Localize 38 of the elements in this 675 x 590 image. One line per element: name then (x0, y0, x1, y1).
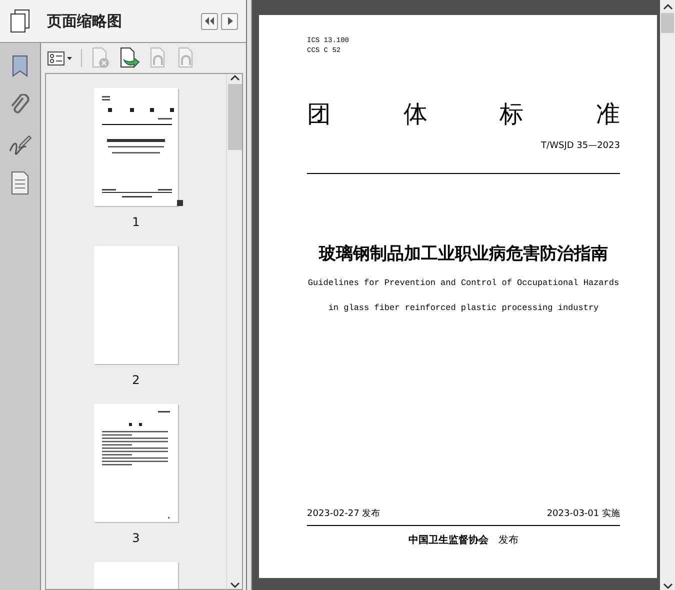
page-thumbnail[interactable]: 3 (93, 403, 179, 545)
current-page-marker (177, 200, 183, 206)
issue-date: 2023-02-27 发布 (307, 508, 380, 520)
heading-character: 标 (500, 100, 524, 128)
toolbar-button[interactable] (47, 50, 73, 66)
page-number: 2 (132, 373, 140, 387)
panel-title: 页面缩略图 (47, 10, 122, 32)
heading-character: 体 (403, 100, 428, 128)
signature-icon (8, 133, 32, 155)
scrollbar-thumb[interactable] (228, 84, 242, 150)
scrollbar[interactable] (226, 74, 242, 589)
insert-page-icon (118, 47, 140, 69)
expand-button[interactable] (221, 12, 238, 30)
scrollbar[interactable] (660, 0, 675, 590)
delete-page-icon (90, 47, 110, 69)
toolbar-button[interactable] (118, 47, 140, 69)
document-title: 玻璃钢制品加工业职业病危害防治指南 (319, 242, 608, 266)
standard-number: T/WSJD 35—2023 (541, 140, 620, 153)
heading-character: 团 (307, 100, 331, 128)
heading-character: 准 (596, 100, 620, 128)
right-arrow-icon (226, 16, 234, 26)
page-number: 1 (132, 215, 140, 229)
english-title: in glass fiber reinforced plastic processing industry (328, 302, 599, 314)
page-thumbnail[interactable]: 1 (93, 87, 179, 229)
page-thumbnail[interactable]: 2 (93, 245, 179, 387)
double-left-arrow-icon (204, 16, 215, 26)
effective-date: 2023-03-01 实施 (546, 508, 620, 520)
english-title: Guidelines for Prevention and Control of Occupational Hazards (308, 277, 620, 290)
options-icon (47, 50, 73, 66)
collapse-button[interactable] (201, 12, 218, 30)
bookmark-icon (10, 54, 30, 78)
publisher-label: 发布 (498, 534, 518, 548)
pages-icon[interactable] (9, 8, 31, 34)
publisher: 中国卫生监督协会 (408, 534, 488, 548)
scrollbar-thumb[interactable] (661, 13, 674, 33)
paperclip-icon (9, 94, 31, 116)
document-icon (10, 171, 30, 195)
page-number: 3 (132, 531, 140, 545)
